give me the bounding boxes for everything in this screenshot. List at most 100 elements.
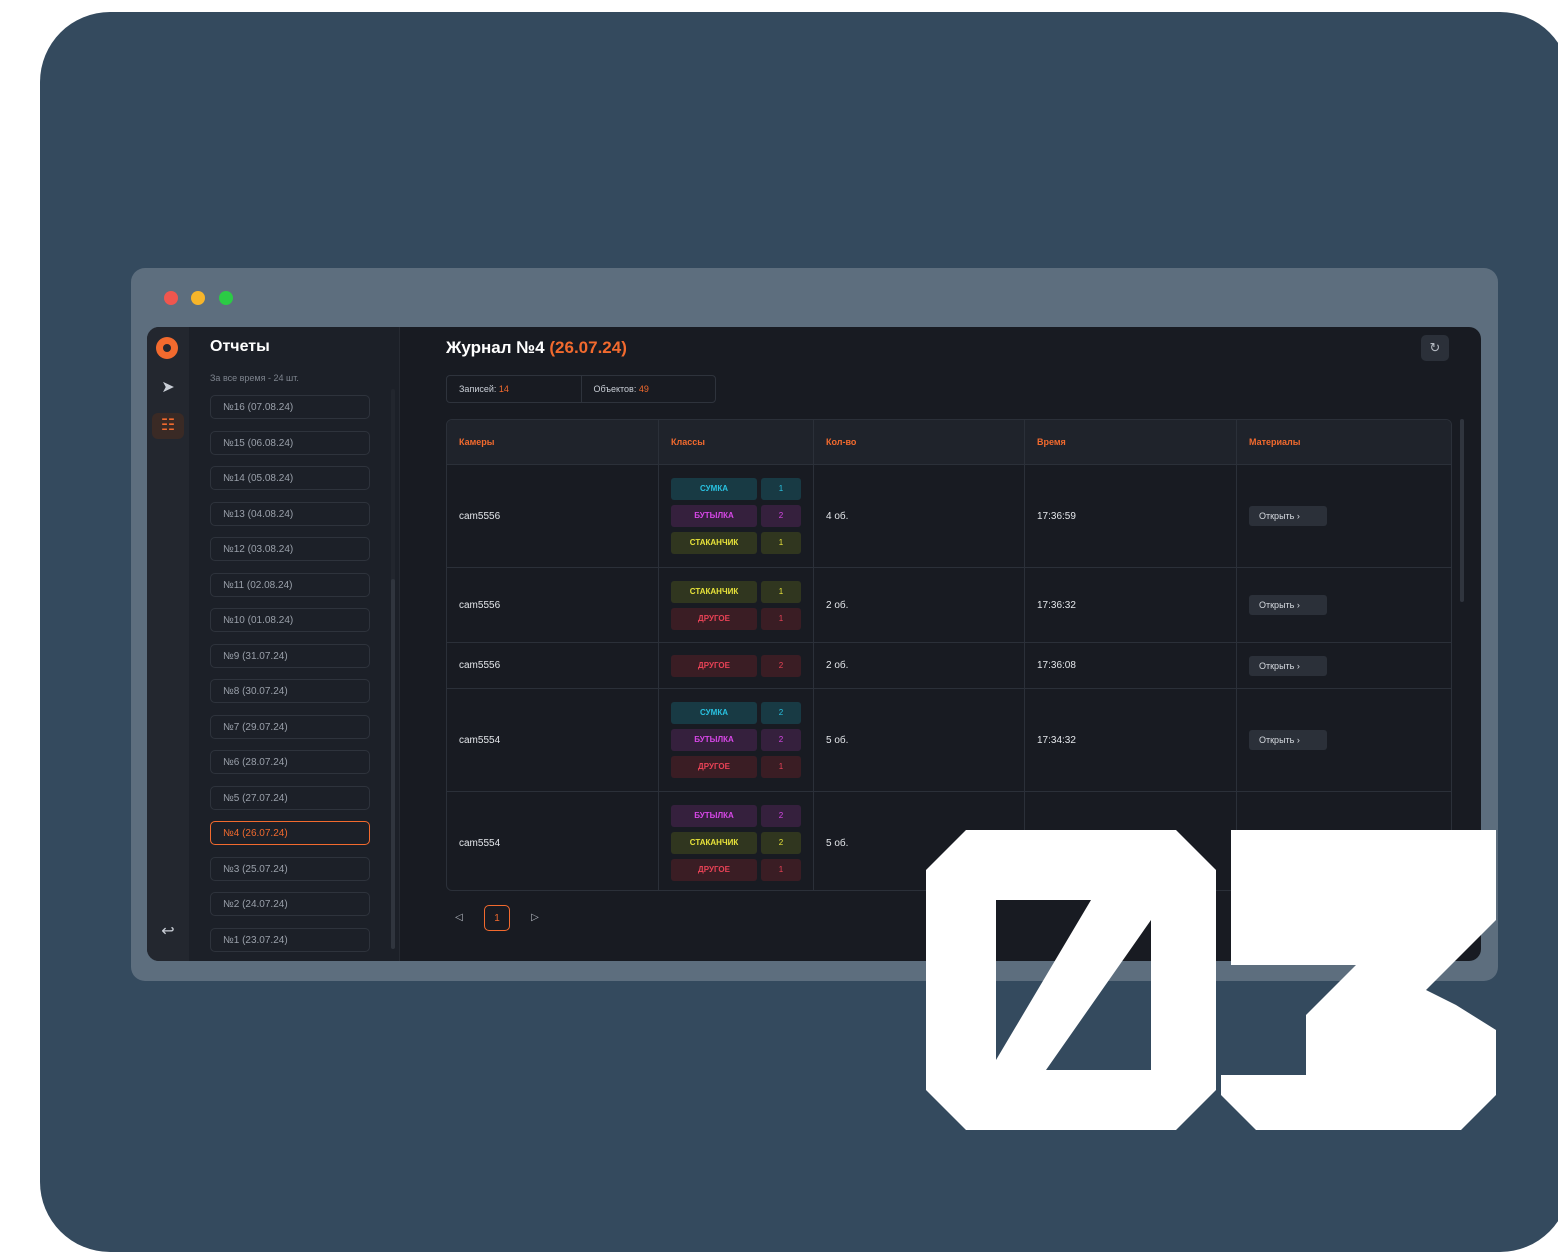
class-name: БУТЫЛКА bbox=[671, 805, 757, 827]
class-tag: СТАКАНЧИК 1 bbox=[671, 580, 801, 603]
journal-table: Камеры Классы Кол-во Время Материалы cam… bbox=[446, 419, 1452, 891]
book-icon[interactable]: ☷ bbox=[152, 413, 184, 439]
digit-zero-shape bbox=[926, 830, 1216, 1130]
pagination: ◁ 1 ▷ bbox=[446, 905, 548, 931]
class-tag: СТАКАНЧИК 2 bbox=[671, 832, 801, 854]
class-tag: ДРУГОЕ 1 bbox=[671, 756, 801, 778]
objects-value: 49 bbox=[638, 384, 649, 394]
time-cell: 17:36:32 bbox=[1024, 568, 1236, 642]
table-body: cam5556 СУМКА 1 БУТЫЛКА 2 СТАКАНЧИК 1 4 об. 17:3… bbox=[447, 465, 1451, 890]
sidebar-item-report[interactable]: №15 (06.08.24) bbox=[210, 430, 370, 455]
chevron-right-icon: › bbox=[1294, 511, 1300, 521]
refresh-button[interactable]: ↻ bbox=[1421, 335, 1449, 361]
header-time: Время bbox=[1024, 420, 1236, 464]
page-title: Журнал №4 (26.07.24) bbox=[446, 338, 627, 358]
camera-cell: cam5554 bbox=[459, 734, 501, 746]
sidebar-item-report[interactable]: №7 (29.07.24) bbox=[210, 714, 370, 739]
class-name: СТАКАНЧИК bbox=[671, 832, 757, 854]
open-materials-button[interactable]: Открыть › bbox=[1249, 595, 1327, 615]
camera-cell: cam5556 bbox=[459, 510, 501, 522]
class-count: 1 bbox=[761, 859, 801, 881]
class-name: ДРУГОЕ bbox=[671, 654, 757, 677]
maximize-window-button[interactable] bbox=[219, 291, 233, 305]
reports-sidebar: Отчеты За все время - 24 шт. №16 (07.08.… bbox=[189, 327, 400, 961]
sidebar-item-report[interactable]: №10 (01.08.24) bbox=[210, 608, 370, 632]
class-count: 1 bbox=[761, 478, 801, 500]
class-tag: БУТЫЛКА 2 bbox=[671, 729, 801, 751]
minimize-window-button[interactable] bbox=[191, 291, 205, 305]
count-cell: 5 об. bbox=[813, 689, 1024, 791]
class-count: 2 bbox=[761, 505, 801, 527]
class-tag: СУМКА 1 bbox=[671, 478, 801, 500]
open-materials-button[interactable]: Открыть › bbox=[1249, 730, 1327, 750]
chevron-right-icon: › bbox=[1294, 735, 1300, 745]
header-cameras: Камеры bbox=[459, 437, 495, 447]
materials-cell: Открыть › bbox=[1236, 568, 1451, 642]
class-count: 2 bbox=[761, 729, 801, 751]
sidebar-item-report[interactable]: №5 (27.07.24) bbox=[210, 785, 370, 810]
table-row: cam5556 СУМКА 1 БУТЫЛКА 2 СТАКАНЧИК 1 4 об. 17:3… bbox=[447, 465, 1451, 568]
time-cell: 17:36:59 bbox=[1024, 465, 1236, 567]
sidebar-subtitle: За все время - 24 шт. bbox=[210, 373, 299, 383]
open-button-label: Открыть bbox=[1259, 660, 1295, 671]
current-page-button[interactable]: 1 bbox=[484, 905, 510, 931]
count-cell: 2 об. bbox=[813, 568, 1024, 642]
camera-cell: cam5554 bbox=[459, 837, 501, 849]
sidebar-item-report[interactable]: №2 (24.07.24) bbox=[210, 892, 370, 916]
sidebar-item-report[interactable]: №1 (23.07.24) bbox=[210, 927, 370, 952]
step-number-graphic: 03 bbox=[926, 830, 1496, 1130]
sidebar-item-report[interactable]: №13 (04.08.24) bbox=[210, 501, 370, 526]
logout-icon[interactable]: ↩ bbox=[152, 919, 184, 945]
count-cell: 2 об. bbox=[813, 643, 1024, 688]
camera-cell: cam5556 bbox=[459, 599, 501, 611]
sidebar-item-report[interactable]: №12 (03.08.24) bbox=[210, 537, 370, 561]
stats-bar: Записей: 14 Объектов: 49 bbox=[446, 375, 716, 403]
chevron-right-icon: › bbox=[1294, 660, 1300, 671]
records-stat: Записей: 14 bbox=[447, 376, 581, 402]
prev-page-button[interactable]: ◁ bbox=[446, 905, 472, 931]
objects-stat: Объектов: 49 bbox=[580, 376, 716, 402]
class-name: ДРУГОЕ bbox=[671, 756, 757, 778]
sidebar-item-report[interactable]: №11 (02.08.24) bbox=[210, 572, 370, 597]
class-name: БУТЫЛКА bbox=[671, 505, 757, 527]
objects-label: Объектов: bbox=[593, 384, 637, 394]
sidebar-item-report[interactable]: №3 (25.07.24) bbox=[210, 856, 370, 881]
sidebar-item-report[interactable]: №4 (26.07.24) bbox=[210, 821, 370, 845]
open-materials-button[interactable]: Открыть › bbox=[1249, 655, 1327, 676]
class-tag: ДРУГОЕ 2 bbox=[671, 654, 801, 677]
sidebar-item-report[interactable]: №14 (05.08.24) bbox=[210, 466, 370, 490]
next-page-button[interactable]: ▷ bbox=[522, 905, 548, 931]
sidebar-scrollbar-thumb[interactable] bbox=[391, 579, 395, 949]
time-cell: 17:36:08 bbox=[1024, 643, 1236, 688]
sidebar-item-report[interactable]: №9 (31.07.24) bbox=[210, 643, 370, 668]
records-label: Записей: bbox=[459, 384, 497, 394]
materials-cell: Открыть › bbox=[1236, 465, 1451, 567]
open-materials-button[interactable]: Открыть › bbox=[1249, 506, 1327, 526]
table-scrollbar[interactable] bbox=[1460, 419, 1464, 602]
send-icon[interactable]: ➤ bbox=[152, 375, 184, 401]
table-row: cam5556 СТАКАНЧИК 1 ДРУГОЕ 1 2 об. 17:36:32 Отк… bbox=[447, 568, 1451, 643]
sidebar-item-report[interactable]: №8 (30.07.24) bbox=[210, 679, 370, 703]
logo-icon bbox=[156, 337, 178, 359]
class-name: БУТЫЛКА bbox=[671, 729, 757, 751]
class-count: 2 bbox=[761, 654, 801, 677]
header-classes: Классы bbox=[658, 420, 813, 464]
classes-cell: СУМКА 2 БУТЫЛКА 2 ДРУГОЕ 1 bbox=[658, 689, 813, 791]
records-value: 14 bbox=[498, 384, 509, 394]
class-tag: ДРУГОЕ 1 bbox=[671, 859, 801, 881]
digit-three-shape bbox=[1221, 830, 1496, 1130]
class-tag: БУТЫЛКА 2 bbox=[671, 805, 801, 827]
class-name: СУМКА bbox=[671, 702, 757, 724]
sidebar-item-report[interactable]: №6 (28.07.24) bbox=[210, 750, 370, 774]
table-header: Камеры Классы Кол-во Время Материалы bbox=[447, 420, 1451, 465]
sidebar-item-report[interactable]: №16 (07.08.24) bbox=[210, 395, 370, 419]
open-button-label: Открыть bbox=[1259, 600, 1295, 610]
journal-title: Журнал №4 bbox=[446, 338, 545, 357]
close-window-button[interactable] bbox=[164, 291, 178, 305]
time-cell: 17:34:32 bbox=[1024, 689, 1236, 791]
table-row: cam5556 ДРУГОЕ 2 2 об. 17:36:08 Открыть › bbox=[447, 643, 1451, 689]
table-row: cam5554 СУМКА 2 БУТЫЛКА 2 ДРУГОЕ 1 5 об. 17:34:3… bbox=[447, 689, 1451, 792]
camera-cell: cam5556 bbox=[459, 660, 501, 671]
class-count: 2 bbox=[761, 805, 801, 827]
class-tag: БУТЫЛКА 2 bbox=[671, 505, 801, 527]
